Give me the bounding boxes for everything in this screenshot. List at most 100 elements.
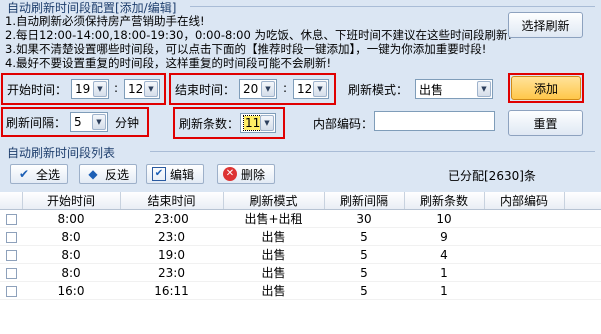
note-line-3: 3.如果不清楚设置哪些时间段，可以点击下面的【推荐时段一键添加】，一键为你添加重… (5, 42, 487, 56)
edit-checkbox-icon: ✔ (152, 167, 166, 181)
column-header-count[interactable]: 刷新条数 (404, 192, 485, 210)
row-checkbox[interactable] (5, 213, 17, 225)
note-line-4: 4.最好不要设置重复的时间段，这样重复的时间段可能不会刷新! (5, 56, 332, 70)
cell-interval: 5 (324, 245, 404, 264)
invert-selection-label: 反选 (105, 167, 130, 182)
list-panel-divider (150, 151, 595, 152)
cell-end: 16:11 (120, 281, 223, 300)
note-line-2: 2.每日12:00-14:00,18:00-19:30，0:00-8:00 为吃… (5, 28, 513, 42)
end-time-separator: : (283, 81, 288, 95)
add-button[interactable]: 添加 (511, 76, 581, 100)
mode-label: 刷新模式： (348, 83, 409, 97)
end-minute-value: 12 (297, 82, 313, 96)
interval-select[interactable]: 5 ▼ (70, 112, 108, 132)
note-line-1: 1.自动刷新必须保持房产营销助手在线! (5, 14, 205, 28)
table-row[interactable]: 8:0 23:0 出售 5 9 (0, 227, 601, 246)
cell-start: 8:00 (22, 209, 120, 228)
cell-count: 9 (404, 227, 484, 246)
mode-value: 出售 (419, 82, 444, 97)
cell-end: 19:0 (120, 245, 223, 264)
cell-mode: 出售 (223, 263, 324, 282)
schedule-table: 开始时间 结束时间 刷新模式 刷新间隔 刷新条数 内部编码 8:00 23:00… (0, 192, 601, 300)
checkmark-icon: ✔ (18, 167, 30, 181)
cell-filler (564, 281, 601, 300)
select-all-label: 全选 (36, 167, 61, 182)
cell-mode: 出售 (223, 227, 324, 246)
cell-start: 8:0 (22, 227, 120, 246)
start-minute-value: 12 (128, 82, 144, 96)
column-header-start[interactable]: 开始时间 (22, 192, 121, 210)
cell-code (484, 281, 564, 300)
delete-icon: ✕ (223, 167, 237, 181)
column-header-filler (564, 192, 601, 210)
reset-button[interactable]: 重置 (508, 110, 583, 136)
column-header-end[interactable]: 结束时间 (120, 192, 224, 210)
row-checkbox[interactable] (5, 267, 17, 279)
cell-interval: 5 (324, 263, 404, 282)
chevron-down-icon[interactable]: ▼ (477, 81, 491, 97)
cell-code (484, 209, 564, 228)
table-row[interactable]: 8:00 23:00 出售+出租 30 10 (0, 209, 601, 228)
chevron-down-icon[interactable]: ▼ (92, 114, 106, 130)
start-minute-select[interactable]: 12 ▼ (124, 79, 160, 99)
row-checkbox[interactable] (5, 231, 17, 243)
table-row[interactable]: 8:0 19:0 出售 5 4 (0, 245, 601, 264)
cell-mode: 出售+出租 (223, 209, 324, 228)
count-label: 刷新条数： (179, 117, 240, 131)
invert-selection-button[interactable]: ◆ 反选 (79, 164, 137, 184)
count-select[interactable]: 11 ▼ (240, 113, 276, 133)
count-value: 11 (242, 115, 263, 131)
cell-count: 1 (404, 263, 484, 282)
cell-filler (564, 209, 601, 228)
invert-icon: ◆ (88, 167, 98, 181)
chevron-down-icon[interactable]: ▼ (261, 81, 275, 97)
end-time-label: 结束时间： (175, 83, 236, 97)
cell-start: 8:0 (22, 263, 120, 282)
delete-button[interactable]: ✕ 删除 (217, 164, 275, 184)
chevron-down-icon[interactable]: ▼ (313, 81, 327, 97)
select-refresh-button[interactable]: 选择刷新 (508, 12, 583, 38)
start-hour-select[interactable]: 19 ▼ (71, 79, 109, 99)
chevron-down-icon[interactable]: ▼ (144, 81, 158, 97)
internal-code-input[interactable] (374, 111, 495, 131)
list-panel-title: 自动刷新时间段列表 (7, 146, 116, 160)
cell-count: 4 (404, 245, 484, 264)
cell-filler (564, 245, 601, 264)
cell-interval: 30 (324, 209, 404, 228)
cell-filler (564, 263, 601, 282)
table-row[interactable]: 16:0 16:11 出售 5 1 (0, 281, 601, 300)
row-checkbox[interactable] (5, 249, 17, 261)
cell-code (484, 227, 564, 246)
edit-button[interactable]: ✔ 编辑 (146, 164, 204, 184)
internal-code-label: 内部编码： (313, 117, 374, 131)
cell-mode: 出售 (223, 245, 324, 264)
start-hour-value: 19 (75, 82, 91, 96)
cell-interval: 5 (324, 281, 404, 300)
select-all-button[interactable]: ✔ 全选 (10, 164, 68, 184)
column-header-interval[interactable]: 刷新间隔 (324, 192, 405, 210)
end-hour-select[interactable]: 20 ▼ (239, 79, 277, 99)
cell-end: 23:0 (120, 263, 223, 282)
chevron-down-icon[interactable]: ▼ (260, 115, 274, 131)
cell-interval: 5 (324, 227, 404, 246)
table-header-row: 开始时间 结束时间 刷新模式 刷新间隔 刷新条数 内部编码 (0, 192, 601, 210)
column-header-code[interactable]: 内部编码 (484, 192, 565, 210)
cell-count: 1 (404, 281, 484, 300)
start-time-label: 开始时间： (7, 83, 68, 97)
row-checkbox[interactable] (5, 285, 17, 297)
column-header-mode[interactable]: 刷新模式 (223, 192, 325, 210)
allocated-count-text: 已分配[2630]条 (448, 169, 536, 183)
mode-select[interactable]: 出售 ▼ (415, 79, 493, 99)
end-minute-select[interactable]: 12 ▼ (293, 79, 329, 99)
end-hour-value: 20 (243, 82, 259, 96)
chevron-down-icon[interactable]: ▼ (93, 81, 107, 97)
cell-end: 23:00 (120, 209, 223, 228)
interval-label: 刷新间隔： (6, 116, 67, 130)
interval-value: 5 (74, 115, 82, 129)
edit-label: 编辑 (170, 167, 195, 182)
cell-code (484, 263, 564, 282)
cell-end: 23:0 (120, 227, 223, 246)
cell-filler (564, 227, 601, 246)
cell-count: 10 (404, 209, 484, 228)
table-row[interactable]: 8:0 23:0 出售 5 1 (0, 263, 601, 282)
